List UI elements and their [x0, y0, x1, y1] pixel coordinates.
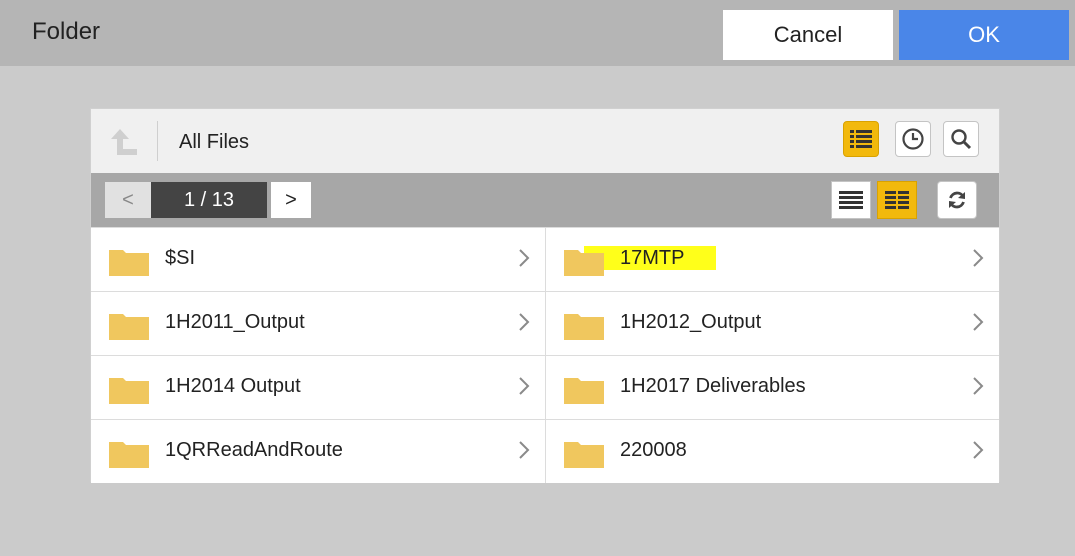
list-view-button[interactable]: [843, 121, 879, 157]
chevron-right-icon: [519, 441, 530, 459]
dialog-titlebar: Folder Cancel OK: [0, 0, 1075, 66]
folder-item[interactable]: 1H2017 Deliverables: [545, 355, 999, 419]
list-view-icon: [850, 130, 872, 148]
recent-button[interactable]: [895, 121, 931, 157]
folder-item[interactable]: $SI: [91, 227, 545, 291]
chevron-right-icon: [519, 249, 530, 267]
next-page-button[interactable]: >: [271, 182, 311, 218]
folder-icon: [109, 378, 149, 404]
folder-item[interactable]: 1H2011_Output: [91, 291, 545, 355]
folder-item[interactable]: 1H2014 Output: [91, 355, 545, 419]
folder-name: 220008: [620, 439, 687, 461]
breadcrumb[interactable]: All Files: [179, 131, 249, 154]
ok-button[interactable]: OK: [899, 10, 1069, 60]
folder-name: 1H2014 Output: [165, 375, 301, 397]
chevron-right-icon: [519, 377, 530, 395]
folder-item[interactable]: 220008: [545, 419, 999, 483]
folder-icon: [564, 314, 604, 340]
two-column-icon: [885, 191, 909, 209]
browser-toolbar: All Files: [91, 109, 999, 173]
chevron-right-icon: [973, 377, 984, 395]
folder-icon: [109, 250, 149, 276]
folder-name: 1H2017 Deliverables: [620, 375, 806, 397]
folder-icon: [564, 378, 604, 404]
folder-icon: [564, 442, 604, 468]
folder-grid: $SI 17MTP 1H2011_Output 1H2012_Output 1H2014…: [91, 227, 999, 483]
folder-name: 1H2011_Output: [165, 311, 305, 333]
chevron-right-icon: [973, 441, 984, 459]
chevron-right-icon: [519, 313, 530, 331]
refresh-button[interactable]: [937, 181, 977, 219]
folder-item[interactable]: 17MTP: [545, 227, 999, 291]
folder-name: $SI: [165, 247, 196, 269]
chevron-right-icon: [973, 313, 984, 331]
dialog-title: Folder: [32, 18, 101, 45]
folder-icon: [109, 442, 149, 468]
folder-icon: [109, 314, 149, 340]
refresh-icon: [949, 191, 965, 209]
folder-item[interactable]: 1QRReadAndRoute: [91, 419, 545, 483]
search-button[interactable]: [943, 121, 979, 157]
prev-page-button[interactable]: <: [105, 182, 151, 218]
two-column-view-button[interactable]: [877, 181, 917, 219]
folder-item[interactable]: 1H2012_Output: [545, 291, 999, 355]
chevron-right-icon: [973, 249, 984, 267]
pagination-bar: < 1 / 13 >: [91, 173, 999, 227]
recent-history-icon: [902, 128, 924, 150]
page-indicator: 1 / 13: [151, 182, 267, 218]
single-column-view-button[interactable]: [831, 181, 871, 219]
up-arrow-icon[interactable]: [107, 125, 141, 159]
toolbar-divider: [157, 121, 158, 161]
folder-name: 17MTP: [620, 247, 685, 269]
search-icon: [951, 129, 972, 150]
folder-name: 1QRReadAndRoute: [165, 439, 343, 461]
folder-name: 1H2012_Output: [620, 311, 762, 333]
single-column-icon: [839, 191, 863, 209]
cancel-button[interactable]: Cancel: [723, 10, 893, 60]
folder-icon: [564, 250, 604, 276]
file-browser-panel: All Files < 1 / 13 > $SI 17MTP 1H2011_Ou…: [90, 108, 1000, 483]
